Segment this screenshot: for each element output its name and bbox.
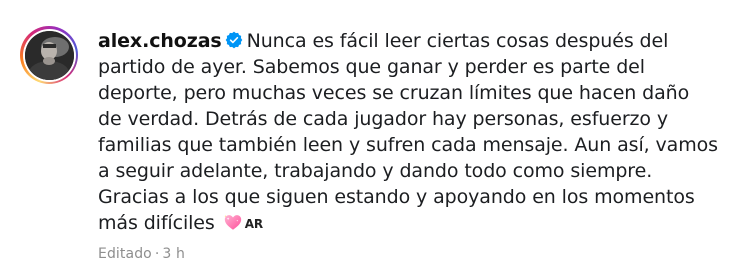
comment-meta: Editado · 3 h — [98, 246, 718, 262]
caption-text: Nunca es fácil leer ciertas cosas despué… — [98, 30, 718, 234]
separator: · — [154, 246, 160, 262]
edited-label: Editado — [98, 246, 152, 262]
avatar-photo-icon — [24, 30, 74, 80]
username-link[interactable]: alex.chozas — [98, 30, 222, 52]
sparkling-heart-icon — [224, 215, 241, 230]
comment-body: alex.chozas Nunca es fácil leer ciertas c… — [98, 26, 718, 262]
avatar[interactable] — [24, 30, 74, 80]
caption: alex.chozas Nunca es fácil leer ciertas c… — [98, 28, 718, 237]
timestamp[interactable]: 3 h — [162, 246, 185, 262]
story-ring[interactable] — [20, 26, 78, 84]
verified-badge-icon — [225, 31, 242, 49]
comment: alex.chozas Nunca es fácil leer ciertas c… — [20, 26, 730, 262]
country-flag-label: AR — [244, 217, 264, 231]
